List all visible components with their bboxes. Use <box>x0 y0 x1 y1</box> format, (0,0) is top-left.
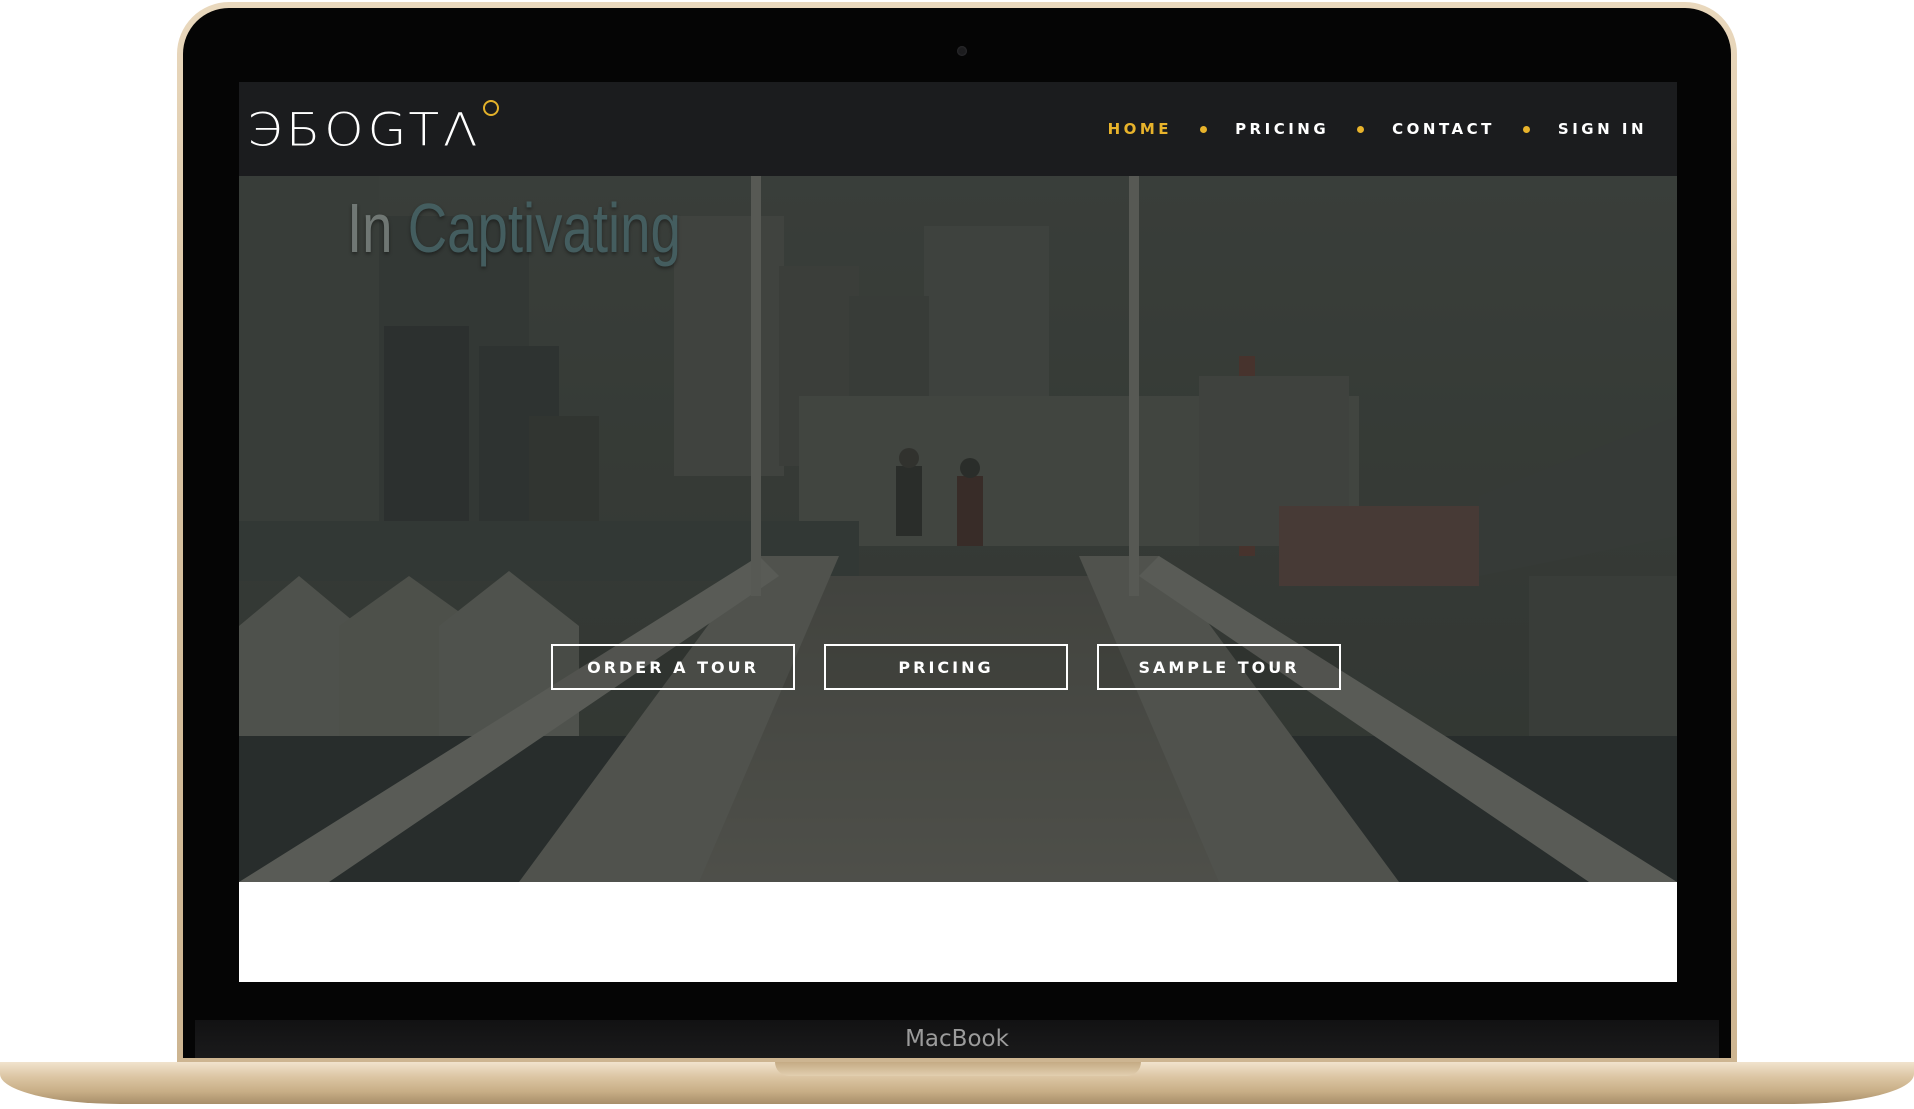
pricing-button[interactable]: PRICING <box>824 644 1068 690</box>
laptop-hinge-notch <box>775 1062 1141 1076</box>
main-nav: HOME PRICING CONTACT SIGN IN <box>1108 82 1647 176</box>
logo-degree-icon <box>483 100 500 116</box>
order-tour-button[interactable]: ORDER A TOUR <box>551 644 795 690</box>
hero-dark-overlay <box>239 176 1677 882</box>
laptop-base <box>0 1062 1914 1104</box>
nav-pricing[interactable]: PRICING <box>1235 120 1329 138</box>
macbook-label: MacBook <box>905 1026 1009 1052</box>
site-navbar: ЭБОGTΛ HOME PRICING CONTACT SIGN IN <box>239 82 1677 176</box>
laptop-chin: MacBook <box>195 1020 1719 1058</box>
nav-sign-in[interactable]: SIGN IN <box>1558 120 1647 138</box>
camera-icon <box>957 46 967 56</box>
nav-separator-dot <box>1522 125 1530 133</box>
hero-headline-part1: In <box>347 189 393 267</box>
hero-headline: In Captivating <box>347 188 681 268</box>
logo-text: ЭБОGTΛ <box>247 103 482 157</box>
hero-section: In Captivating ORDER A TOUR PRICING SAMP… <box>239 176 1677 882</box>
nav-separator-dot <box>1357 125 1365 133</box>
hero-headline-part2: Captivating <box>407 189 681 267</box>
sample-tour-button[interactable]: SAMPLE TOUR <box>1097 644 1341 690</box>
screen: ЭБОGTΛ HOME PRICING CONTACT SIGN IN In C… <box>239 82 1677 982</box>
content-area <box>239 882 1677 982</box>
nav-separator-dot <box>1200 125 1208 133</box>
hero-cta-row: ORDER A TOUR PRICING SAMPLE TOUR <box>551 644 1341 690</box>
site-logo[interactable]: ЭБОGTΛ <box>247 100 500 160</box>
nav-contact[interactable]: CONTACT <box>1392 120 1495 138</box>
nav-home[interactable]: HOME <box>1108 120 1172 138</box>
